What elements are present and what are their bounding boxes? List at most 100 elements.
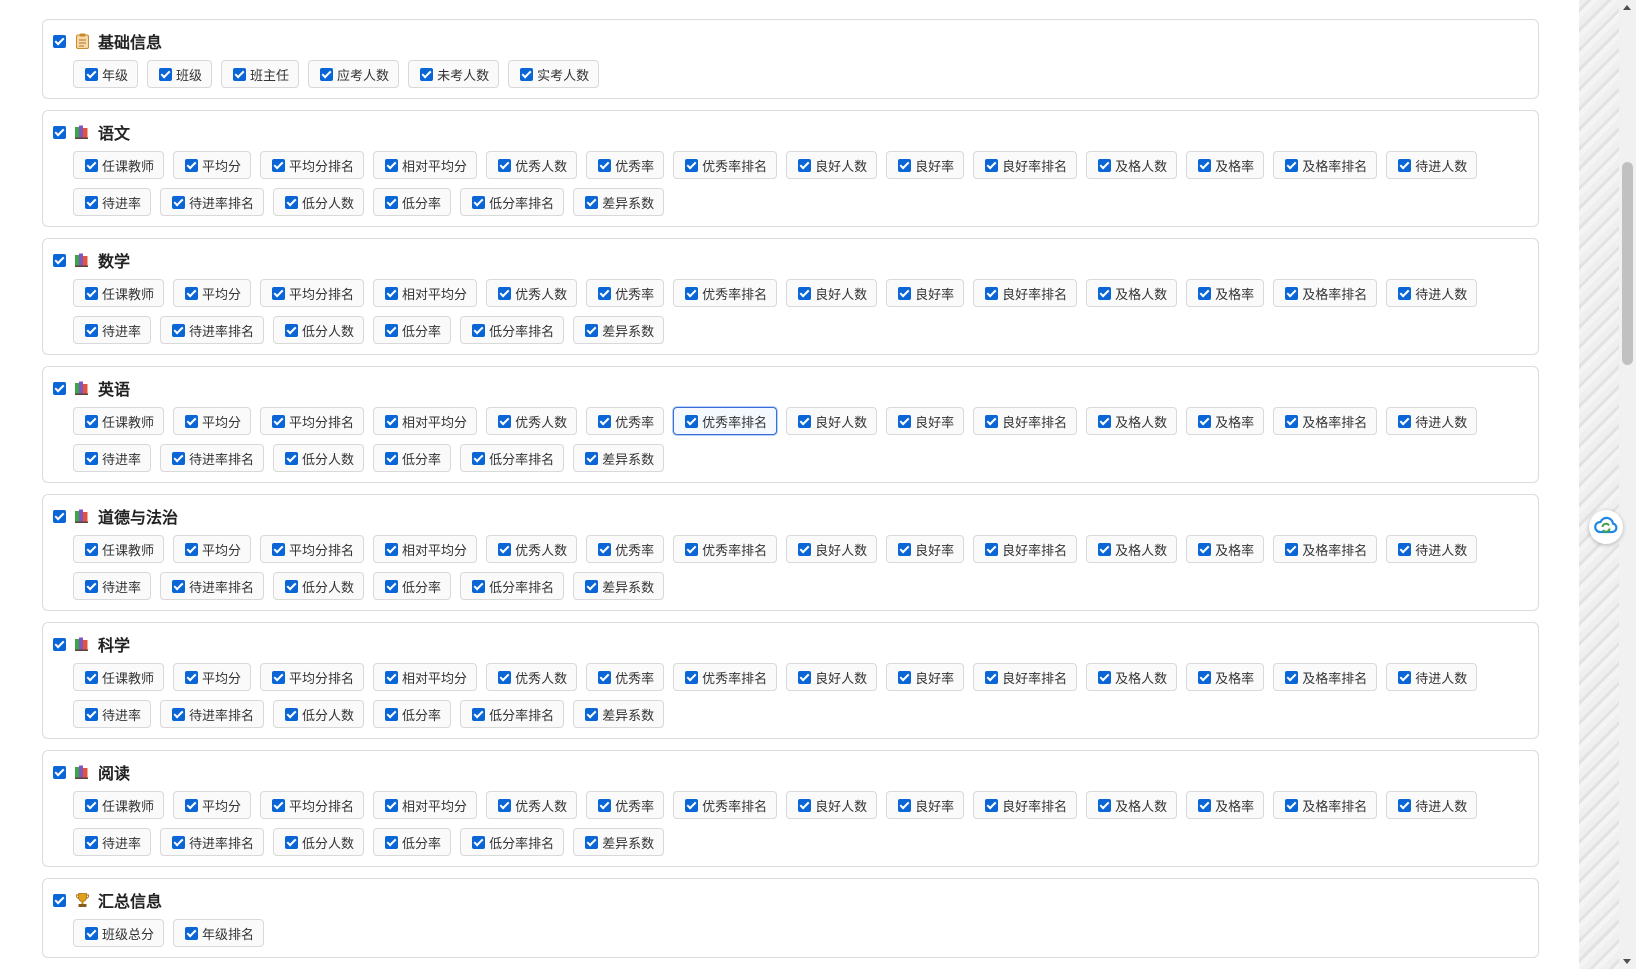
checkbox[interactable] bbox=[185, 158, 199, 172]
checkbox[interactable] bbox=[898, 414, 912, 428]
checkbox[interactable] bbox=[1398, 158, 1412, 172]
checkbox[interactable] bbox=[598, 414, 612, 428]
option-checkbox-item[interactable]: 任课教师 bbox=[73, 535, 165, 563]
checkbox[interactable] bbox=[272, 798, 286, 812]
checkbox[interactable] bbox=[172, 707, 186, 721]
checkbox[interactable] bbox=[1098, 670, 1112, 684]
option-checkbox-item[interactable]: 低分率排名 bbox=[460, 828, 565, 856]
scrollbar-thumb[interactable] bbox=[1622, 162, 1633, 365]
checkbox[interactable] bbox=[1098, 542, 1112, 556]
checkbox[interactable] bbox=[185, 926, 199, 940]
checkbox[interactable] bbox=[320, 67, 334, 81]
checkbox[interactable] bbox=[898, 286, 912, 300]
checkbox[interactable] bbox=[85, 707, 98, 721]
option-checkbox-item[interactable]: 优秀率排名 bbox=[673, 151, 778, 179]
checkbox[interactable] bbox=[85, 670, 98, 684]
checkbox[interactable] bbox=[798, 286, 812, 300]
section-select-all-checkbox[interactable] bbox=[53, 765, 66, 779]
option-checkbox-item[interactable]: 任课教师 bbox=[73, 663, 165, 691]
option-checkbox-item[interactable]: 平均分排名 bbox=[260, 151, 365, 179]
option-checkbox-item[interactable]: 待进率排名 bbox=[160, 444, 265, 472]
option-checkbox-item[interactable]: 良好率排名 bbox=[973, 663, 1078, 691]
option-checkbox-item[interactable]: 低分率 bbox=[373, 316, 452, 344]
checkbox[interactable] bbox=[585, 451, 599, 465]
checkbox[interactable] bbox=[85, 542, 98, 556]
option-checkbox-item[interactable]: 相对平均分 bbox=[373, 791, 478, 819]
checkbox[interactable] bbox=[172, 451, 186, 465]
checkbox[interactable] bbox=[185, 542, 199, 556]
option-checkbox-item[interactable]: 及格人数 bbox=[1086, 535, 1178, 563]
checkbox[interactable] bbox=[172, 579, 186, 593]
checkbox[interactable] bbox=[798, 798, 812, 812]
option-checkbox-item[interactable]: 差异系数 bbox=[573, 700, 665, 728]
checkbox[interactable] bbox=[472, 195, 486, 209]
checkbox[interactable] bbox=[585, 195, 599, 209]
option-checkbox-item[interactable]: 低分人数 bbox=[273, 444, 365, 472]
option-checkbox-item[interactable]: 及格率排名 bbox=[1273, 279, 1378, 307]
section-select-all-checkbox[interactable] bbox=[53, 893, 66, 907]
checkbox[interactable] bbox=[898, 542, 912, 556]
option-checkbox-item[interactable]: 待进率排名 bbox=[160, 828, 265, 856]
option-checkbox-item[interactable]: 优秀率排名 bbox=[673, 663, 778, 691]
option-checkbox-item[interactable]: 优秀率排名 bbox=[673, 407, 778, 435]
checkbox[interactable] bbox=[385, 542, 399, 556]
checkbox[interactable] bbox=[1285, 798, 1299, 812]
option-checkbox-item[interactable]: 优秀人数 bbox=[486, 279, 578, 307]
option-checkbox-item[interactable]: 及格率 bbox=[1186, 279, 1265, 307]
checkbox[interactable] bbox=[1398, 542, 1412, 556]
option-checkbox-item[interactable]: 待进率排名 bbox=[160, 316, 265, 344]
option-checkbox-item[interactable]: 低分率 bbox=[373, 572, 452, 600]
option-checkbox-item[interactable]: 平均分排名 bbox=[260, 663, 365, 691]
checkbox[interactable] bbox=[1285, 542, 1299, 556]
option-checkbox-item[interactable]: 优秀率 bbox=[586, 791, 665, 819]
option-checkbox-item[interactable]: 良好人数 bbox=[786, 279, 878, 307]
option-checkbox-item[interactable]: 平均分 bbox=[173, 663, 252, 691]
option-checkbox-item[interactable]: 待进率排名 bbox=[160, 188, 265, 216]
option-checkbox-item[interactable]: 相对平均分 bbox=[373, 279, 478, 307]
option-checkbox-item[interactable]: 优秀人数 bbox=[486, 535, 578, 563]
option-checkbox-item[interactable]: 差异系数 bbox=[573, 828, 665, 856]
option-checkbox-item[interactable]: 优秀率 bbox=[586, 279, 665, 307]
checkbox[interactable] bbox=[385, 670, 399, 684]
option-checkbox-item[interactable]: 良好人数 bbox=[786, 407, 878, 435]
option-checkbox-item[interactable]: 班主任 bbox=[221, 60, 300, 88]
checkbox[interactable] bbox=[1198, 286, 1212, 300]
checkbox[interactable] bbox=[185, 286, 199, 300]
option-checkbox-item[interactable]: 相对平均分 bbox=[373, 407, 478, 435]
checkbox[interactable] bbox=[520, 67, 534, 81]
option-checkbox-item[interactable]: 任课教师 bbox=[73, 151, 165, 179]
checkbox[interactable] bbox=[85, 835, 98, 849]
option-checkbox-item[interactable]: 及格人数 bbox=[1086, 791, 1178, 819]
checkbox[interactable] bbox=[85, 158, 98, 172]
vertical-scrollbar[interactable] bbox=[1619, 0, 1636, 969]
cloud-sync-button[interactable] bbox=[1589, 510, 1623, 544]
option-checkbox-item[interactable]: 良好率 bbox=[886, 663, 965, 691]
checkbox[interactable] bbox=[272, 414, 286, 428]
option-checkbox-item[interactable]: 任课教师 bbox=[73, 791, 165, 819]
section-select-all-checkbox[interactable] bbox=[53, 637, 66, 651]
checkbox[interactable] bbox=[185, 798, 199, 812]
option-checkbox-item[interactable]: 平均分 bbox=[173, 279, 252, 307]
checkbox[interactable] bbox=[985, 542, 999, 556]
checkbox[interactable] bbox=[585, 579, 599, 593]
checkbox[interactable] bbox=[1098, 798, 1112, 812]
checkbox[interactable] bbox=[85, 798, 98, 812]
option-checkbox-item[interactable]: 优秀率 bbox=[586, 535, 665, 563]
option-checkbox-item[interactable]: 良好率排名 bbox=[973, 151, 1078, 179]
option-checkbox-item[interactable]: 年级排名 bbox=[173, 919, 265, 947]
scroll-up-arrow-icon[interactable] bbox=[1623, 5, 1631, 10]
checkbox[interactable] bbox=[285, 451, 299, 465]
option-checkbox-item[interactable]: 良好率排名 bbox=[973, 791, 1078, 819]
checkbox[interactable] bbox=[798, 670, 812, 684]
option-checkbox-item[interactable]: 平均分 bbox=[173, 535, 252, 563]
option-checkbox-item[interactable]: 待进率 bbox=[73, 700, 152, 728]
option-checkbox-item[interactable]: 优秀率排名 bbox=[673, 279, 778, 307]
option-checkbox-item[interactable]: 及格人数 bbox=[1086, 151, 1178, 179]
option-checkbox-item[interactable]: 待进率 bbox=[73, 572, 152, 600]
option-checkbox-item[interactable]: 待进人数 bbox=[1386, 663, 1478, 691]
option-checkbox-item[interactable]: 平均分 bbox=[173, 151, 252, 179]
checkbox[interactable] bbox=[385, 158, 399, 172]
option-checkbox-item[interactable]: 优秀率排名 bbox=[673, 535, 778, 563]
option-checkbox-item[interactable]: 差异系数 bbox=[573, 316, 665, 344]
checkbox[interactable] bbox=[1198, 798, 1212, 812]
